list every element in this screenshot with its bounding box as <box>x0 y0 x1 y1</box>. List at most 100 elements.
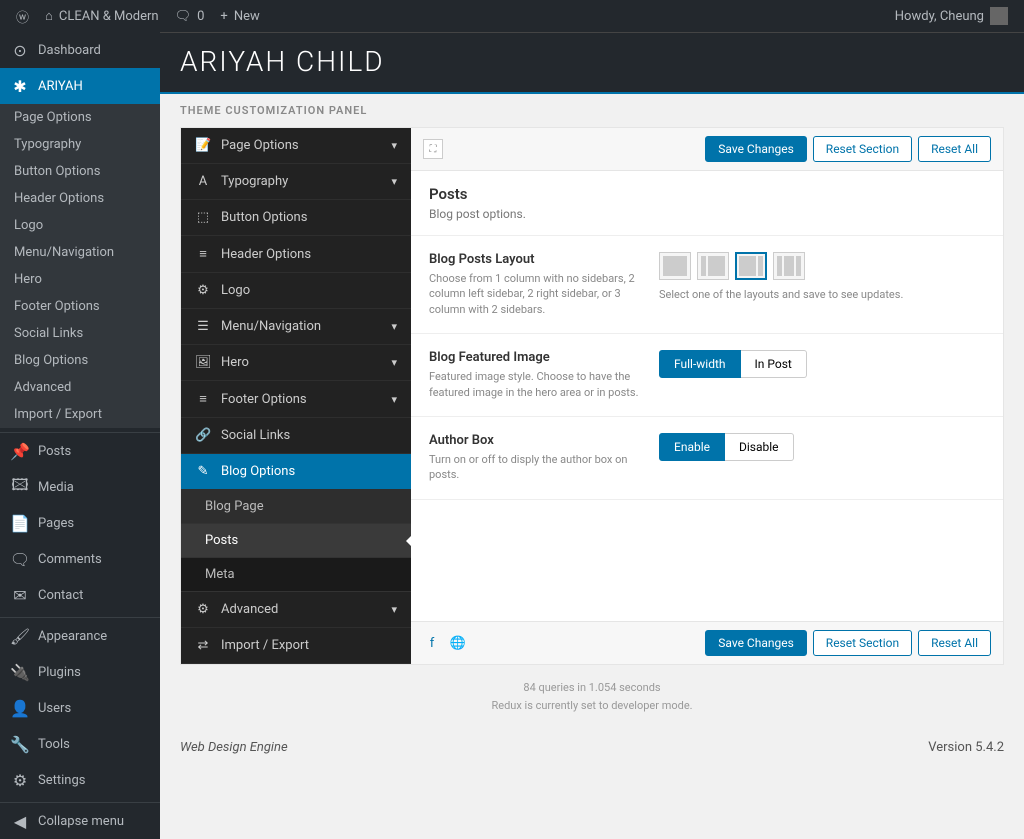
media-icon: 🖾 <box>10 477 30 497</box>
opt-item[interactable]: ≡Header Options <box>181 236 411 273</box>
site-link[interactable]: ⌂CLEAN & Modern <box>37 0 167 32</box>
page-footer: Web Design Engine Version 5.4.2 <box>160 728 1024 767</box>
new-label: New <box>234 9 260 24</box>
footer-credit: Web Design Engine <box>180 740 288 755</box>
opt-sub-posts[interactable]: Posts <box>181 524 411 558</box>
wp-submenu-item[interactable]: Header Options <box>0 185 160 212</box>
layout-field-desc: Choose from 1 column with no sidebars, 2… <box>429 271 639 317</box>
menu-dashboard[interactable]: ⊙Dashboard <box>0 32 160 68</box>
user-icon: 👤 <box>10 698 30 718</box>
reset-all-button-footer[interactable]: Reset All <box>918 630 991 656</box>
wp-submenu-item[interactable]: Advanced <box>0 374 160 401</box>
layout-1col[interactable] <box>659 252 691 280</box>
opt-icon: 📝 <box>195 138 211 153</box>
opt-icon: ⚙ <box>195 283 211 298</box>
wp-submenu-item[interactable]: Page Options <box>0 104 160 131</box>
opt-item[interactable]: ⇄Import / Export <box>181 628 411 664</box>
author-enable-button[interactable]: Enable <box>659 433 725 461</box>
collapse-menu[interactable]: ◀Collapse menu <box>0 803 160 839</box>
opt-icon: ⇄ <box>195 638 211 653</box>
opt-item[interactable]: 🔗Social Links <box>181 418 411 454</box>
menu-tools[interactable]: 🔧Tools <box>0 726 160 762</box>
menu-contact[interactable]: ✉Contact <box>0 577 160 613</box>
opt-item[interactable]: 📝Page Options▾ <box>181 128 411 164</box>
opt-blog-options[interactable]: ✎Blog Options <box>181 454 411 490</box>
author-field-desc: Turn on or off to disply the author box … <box>429 452 639 483</box>
wordpress-icon: ⓦ <box>16 7 29 26</box>
opt-icon: ≡ <box>195 391 211 407</box>
reset-section-button-footer[interactable]: Reset Section <box>813 630 912 656</box>
theme-title: ARIYAH CHILD <box>180 45 1004 78</box>
author-toggle: Enable Disable <box>659 433 985 461</box>
opt-icon: ☰ <box>195 319 211 334</box>
opt-item[interactable]: ATypography▾ <box>181 164 411 200</box>
pin-icon: 📌 <box>10 441 30 461</box>
opt-icon: ≡ <box>195 246 211 262</box>
new-link[interactable]: + New <box>212 0 267 32</box>
facebook-icon[interactable]: f <box>423 634 441 652</box>
opt-item[interactable]: ⚙Advanced▾ <box>181 592 411 628</box>
menu-users[interactable]: 👤Users <box>0 690 160 726</box>
opt-sub-blog-page[interactable]: Blog Page <box>181 490 411 524</box>
page-icon: 📄 <box>10 513 30 533</box>
layout-right-sidebar[interactable] <box>735 252 767 280</box>
wp-submenu-item[interactable]: Footer Options <box>0 293 160 320</box>
globe-icon[interactable]: 🌐 <box>449 634 467 652</box>
reset-all-button[interactable]: Reset All <box>918 136 991 162</box>
save-button-footer[interactable]: Save Changes <box>705 630 807 656</box>
menu-ariyah[interactable]: ✱ARIYAH <box>0 68 160 104</box>
menu-media[interactable]: 🖾Media <box>0 469 160 505</box>
wp-submenu-item[interactable]: Typography <box>0 131 160 158</box>
save-button[interactable]: Save Changes <box>705 136 807 162</box>
reset-section-button[interactable]: Reset Section <box>813 136 912 162</box>
opt-item[interactable]: ≡Footer Options▾ <box>181 381 411 418</box>
opt-item[interactable]: 🖼Hero▾ <box>181 345 411 381</box>
wp-submenu-item[interactable]: Import / Export <box>0 401 160 428</box>
wp-submenu-item[interactable]: Social Links <box>0 320 160 347</box>
wp-submenu-item[interactable]: Blog Options <box>0 347 160 374</box>
menu-comments[interactable]: 🗨Comments <box>0 541 160 577</box>
menu-plugins[interactable]: 🔌Plugins <box>0 654 160 690</box>
footer-version: Version 5.4.2 <box>928 740 1004 755</box>
layout-3col[interactable] <box>773 252 805 280</box>
wp-logo[interactable]: ⓦ <box>8 0 37 32</box>
featured-field-title: Blog Featured Image <box>429 350 639 365</box>
chevron-down-icon: ▾ <box>391 393 397 406</box>
comments-link[interactable]: 🗨0 <box>167 0 213 32</box>
panel-label: THEME CUSTOMIZATION PANEL <box>160 94 1024 127</box>
wp-submenu-item[interactable]: Button Options <box>0 158 160 185</box>
expand-button[interactable]: ⛶ <box>423 139 443 159</box>
debug-info: 84 queries in 1.054 seconds Redux is cur… <box>160 665 1024 728</box>
chevron-down-icon: ▾ <box>391 603 397 616</box>
featured-toggle: Full-width In Post <box>659 350 985 378</box>
menu-pages[interactable]: 📄Pages <box>0 505 160 541</box>
author-disable-button[interactable]: Disable <box>725 433 794 461</box>
wp-submenu-item[interactable]: Menu/Navigation <box>0 239 160 266</box>
opt-item[interactable]: ⬚Button Options <box>181 200 411 236</box>
layout-left-sidebar[interactable] <box>697 252 729 280</box>
featured-fullwidth-button[interactable]: Full-width <box>659 350 741 378</box>
plus-icon: + <box>220 9 227 24</box>
opt-icon: A <box>195 174 211 189</box>
featured-field-desc: Featured image style. Choose to have the… <box>429 369 639 400</box>
wp-submenu-item[interactable]: Logo <box>0 212 160 239</box>
mail-icon: ✉ <box>10 585 30 605</box>
opt-sub-meta[interactable]: Meta <box>181 558 411 592</box>
menu-posts[interactable]: 📌Posts <box>0 433 160 469</box>
wp-admin-sidebar: ⊙Dashboard ✱ARIYAH Page OptionsTypograph… <box>0 32 160 839</box>
layout-picker <box>659 252 985 280</box>
menu-settings[interactable]: ⚙Settings <box>0 762 160 798</box>
options-footer: f 🌐 Save Changes Reset Section Reset All <box>411 621 1003 664</box>
section-title: Posts <box>429 185 985 203</box>
menu-appearance[interactable]: 🖌Appearance <box>0 618 160 654</box>
opt-icon: 🔗 <box>195 428 211 443</box>
opt-item[interactable]: ⚙Logo <box>181 273 411 309</box>
brush-icon: 🖌 <box>10 626 30 646</box>
wrench-icon: 🔧 <box>10 734 30 754</box>
admin-toolbar: ⓦ ⌂CLEAN & Modern 🗨0 + New Howdy, Cheung <box>0 0 1024 32</box>
wp-submenu-item[interactable]: Hero <box>0 266 160 293</box>
author-field-title: Author Box <box>429 433 639 448</box>
account-link[interactable]: Howdy, Cheung <box>887 0 1016 32</box>
opt-item[interactable]: ☰Menu/Navigation▾ <box>181 309 411 345</box>
featured-inpost-button[interactable]: In Post <box>741 350 807 378</box>
